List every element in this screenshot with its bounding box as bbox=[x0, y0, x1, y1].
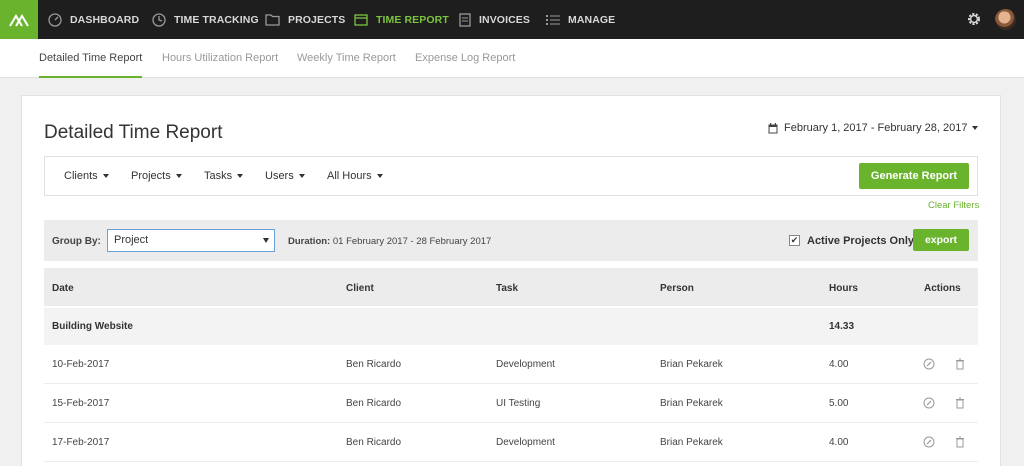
table-row: 10-Feb-2017 Ben Ricardo Development Bria… bbox=[44, 345, 978, 384]
cell-client: Ben Ricardo bbox=[346, 359, 402, 370]
list-icon bbox=[546, 14, 560, 25]
filter-all-hours[interactable]: All Hours bbox=[327, 157, 383, 195]
chevron-down-icon bbox=[298, 174, 305, 178]
group-by-select[interactable]: Project bbox=[107, 229, 275, 252]
nav-item-label: DASHBOARD bbox=[70, 13, 140, 26]
chevron-down-icon bbox=[972, 126, 979, 130]
trash-icon[interactable] bbox=[954, 397, 966, 409]
cell-client: Ben Ricardo bbox=[346, 398, 402, 409]
nav-item-time-report[interactable]: TIME REPORT bbox=[354, 0, 449, 39]
filter-label: Tasks bbox=[204, 170, 233, 182]
filter-label: Projects bbox=[131, 170, 171, 182]
folder-icon bbox=[265, 14, 280, 26]
column-header-actions: Actions bbox=[924, 283, 961, 294]
report-icon bbox=[354, 13, 368, 26]
invoice-icon bbox=[459, 12, 471, 27]
dashboard-icon bbox=[48, 12, 62, 27]
duration-label: Duration: bbox=[288, 236, 331, 247]
group-by-label: Group By: bbox=[52, 236, 101, 247]
cell-person: Brian Pekarek bbox=[660, 398, 723, 409]
avatar[interactable] bbox=[995, 9, 1016, 30]
cell-task: Development bbox=[496, 359, 555, 370]
chevron-down-icon bbox=[175, 174, 182, 178]
logo[interactable] bbox=[0, 0, 38, 39]
active-projects-label: Active Projects Only bbox=[807, 235, 914, 247]
chevron-down-icon bbox=[237, 174, 244, 178]
clear-filters-link[interactable]: Clear Filters bbox=[928, 200, 979, 211]
chevron-down-icon bbox=[263, 238, 269, 243]
tab-weekly-time-report[interactable]: Weekly Time Report bbox=[297, 39, 396, 78]
column-header-person[interactable]: Person bbox=[660, 283, 694, 294]
filter-clients[interactable]: Clients bbox=[64, 157, 109, 195]
tab-hours-utilization-report[interactable]: Hours Utilization Report bbox=[162, 39, 278, 78]
edit-icon[interactable] bbox=[923, 436, 935, 448]
cell-client: Ben Ricardo bbox=[346, 437, 402, 448]
nav-item-label: INVOICES bbox=[479, 13, 530, 26]
edit-icon[interactable] bbox=[923, 397, 935, 409]
filter-users[interactable]: Users bbox=[265, 157, 305, 195]
filter-tasks[interactable]: Tasks bbox=[204, 157, 244, 195]
trash-icon[interactable] bbox=[954, 358, 966, 370]
calendar-icon bbox=[768, 122, 778, 133]
cell-person: Brian Pekarek bbox=[660, 437, 723, 448]
trash-icon[interactable] bbox=[954, 436, 966, 448]
nav-item-invoices[interactable]: INVOICES bbox=[459, 0, 530, 39]
column-header-date[interactable]: Date bbox=[52, 283, 74, 294]
cell-task: UI Testing bbox=[496, 398, 541, 409]
nav-item-label: TIME REPORT bbox=[376, 13, 449, 26]
column-header-client[interactable]: Client bbox=[346, 283, 374, 294]
filter-label: Users bbox=[265, 170, 294, 182]
nav-item-label: PROJECTS bbox=[288, 13, 346, 26]
column-header-task[interactable]: Task bbox=[496, 283, 518, 294]
clock-icon bbox=[152, 12, 166, 27]
export-button[interactable]: export bbox=[913, 229, 969, 251]
duration-text: Duration: 01 February 2017 - 28 February… bbox=[288, 236, 491, 247]
filter-label: Clients bbox=[64, 170, 98, 182]
logo-icon bbox=[9, 13, 29, 27]
filter-label: All Hours bbox=[327, 170, 372, 182]
cell-date: 10-Feb-2017 bbox=[52, 359, 110, 370]
cell-date: 15-Feb-2017 bbox=[52, 398, 110, 409]
chevron-down-icon bbox=[376, 174, 383, 178]
nav-item-dashboard[interactable]: DASHBOARD bbox=[48, 0, 139, 39]
tab-expense-log-report[interactable]: Expense Log Report bbox=[415, 39, 515, 78]
nav-item-projects[interactable]: PROJECTS bbox=[265, 0, 345, 39]
filter-bar: Clients Projects Tasks Users All Hours bbox=[44, 156, 978, 196]
cell-date: 17-Feb-2017 bbox=[52, 437, 110, 448]
group-total-hours: 14.33 bbox=[829, 321, 855, 332]
sub-nav: Detailed Time Report Hours Utilization R… bbox=[0, 39, 1024, 78]
edit-icon[interactable] bbox=[923, 358, 935, 370]
group-name: Building Website bbox=[52, 321, 133, 332]
nav-item-label: TIME TRACKING bbox=[174, 13, 259, 26]
nav-item-label: MANAGE bbox=[568, 13, 616, 26]
duration-value: 01 February 2017 - 28 February 2017 bbox=[332, 236, 492, 247]
active-projects-checkbox[interactable]: ✔ bbox=[789, 235, 800, 246]
chevron-down-icon bbox=[102, 174, 109, 178]
filter-projects[interactable]: Projects bbox=[131, 157, 182, 195]
date-range-label: February 1, 2017 - February 28, 2017 bbox=[784, 122, 968, 134]
tab-detailed-time-report[interactable]: Detailed Time Report bbox=[39, 39, 143, 78]
nav-item-time-tracking[interactable]: TIME TRACKING bbox=[152, 0, 259, 39]
top-nav: DASHBOARD TIME TRACKING PROJECTS TIME RE… bbox=[0, 0, 1024, 39]
cell-hours: 5.00 bbox=[829, 398, 849, 409]
table-row: 15-Feb-2017 Ben Ricardo UI Testing Brian… bbox=[44, 384, 978, 423]
nav-item-manage[interactable]: MANAGE bbox=[546, 0, 615, 39]
gear-icon[interactable] bbox=[966, 11, 982, 27]
cell-person: Brian Pekarek bbox=[660, 359, 723, 370]
date-range-picker[interactable]: February 1, 2017 - February 28, 2017 bbox=[768, 122, 979, 134]
table-row: 17-Feb-2017 Ben Ricardo Development Bria… bbox=[44, 423, 978, 462]
generate-report-button[interactable]: Generate Report bbox=[859, 163, 969, 189]
column-header-hours[interactable]: Hours bbox=[829, 283, 858, 294]
group-by-value: Project bbox=[114, 234, 149, 246]
cell-hours: 4.00 bbox=[829, 359, 849, 370]
cell-task: Development bbox=[496, 437, 555, 448]
cell-hours: 4.00 bbox=[829, 437, 849, 448]
page-title: Detailed Time Report bbox=[44, 122, 223, 143]
